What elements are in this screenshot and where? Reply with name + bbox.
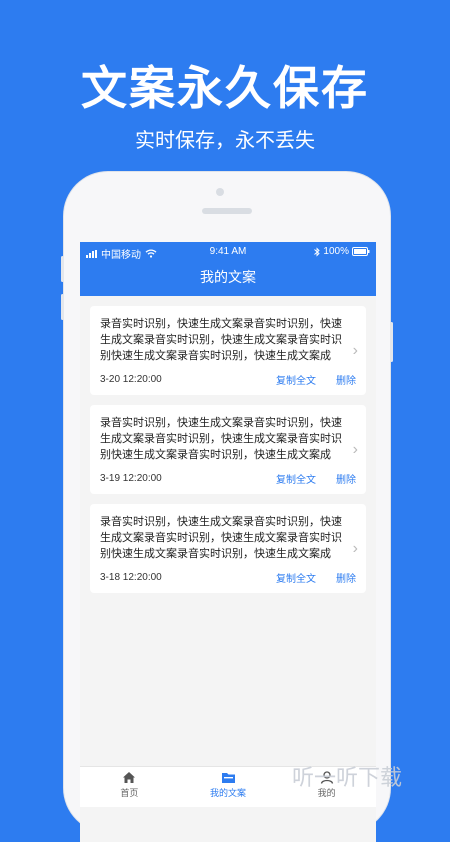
watermark-text: 听一听下载	[292, 766, 403, 791]
document-text: 录音实时识别，快速生成文案录音实时识别，快速生成文案录音实时识别，快速生成文案录…	[100, 515, 342, 560]
tab-my-documents[interactable]: 我的文案	[179, 767, 278, 807]
copy-all-button[interactable]: 复制全文	[276, 570, 316, 585]
battery-percent: 100%	[323, 246, 349, 257]
tab-home[interactable]: 首页	[80, 767, 179, 807]
volume-up-button	[61, 256, 64, 282]
promo-headline: 文案永久保存	[81, 61, 369, 115]
home-icon	[123, 772, 136, 783]
copy-all-button[interactable]: 复制全文	[276, 372, 316, 387]
document-date: 3-20 12:20:00	[100, 374, 162, 385]
list-item[interactable]: 录音实时识别，快速生成文案录音实时识别，快速生成文案录音实时识别，快速生成文案录…	[90, 405, 366, 494]
copy-all-button[interactable]: 复制全文	[276, 471, 316, 486]
front-camera	[216, 188, 224, 196]
delete-button[interactable]: 删除	[336, 570, 356, 585]
document-date: 3-19 12:20:00	[100, 473, 162, 484]
tab-home-label: 首页	[120, 788, 139, 798]
delete-button[interactable]: 删除	[336, 372, 356, 387]
document-text: 录音实时识别，快速生成文案录音实时识别，快速生成文案录音实时识别，快速生成文案录…	[100, 317, 342, 362]
tab-my-documents-label: 我的文案	[210, 788, 247, 798]
app-screen: 中国移动 9:41 AM 100% 我的文案 录音实时识别，快速生成文案录音实时…	[80, 242, 376, 842]
delete-button[interactable]: 删除	[336, 471, 356, 486]
folder-icon	[221, 773, 235, 783]
chevron-right-icon: ›	[352, 342, 358, 359]
phone-frame: 中国移动 9:41 AM 100% 我的文案 录音实时识别，快速生成文案录音实时…	[61, 172, 393, 842]
document-text: 录音实时识别，快速生成文案录音实时识别，快速生成文案录音实时识别，快速生成文案录…	[100, 416, 342, 461]
chevron-right-icon: ›	[352, 540, 358, 557]
promo-subline: 实时保存，永不丢失	[135, 128, 315, 152]
volume-down-button	[61, 294, 64, 320]
document-date: 3-18 12:20:00	[100, 572, 162, 583]
list-item[interactable]: 录音实时识别，快速生成文案录音实时识别，快速生成文案录音实时识别，快速生成文案录…	[90, 306, 366, 395]
bluetooth-icon	[314, 246, 321, 257]
list-item[interactable]: 录音实时识别，快速生成文案录音实时识别，快速生成文案录音实时识别，快速生成文案录…	[90, 504, 366, 593]
status-bar: 中国移动 9:41 AM 100%	[80, 242, 376, 262]
chevron-right-icon: ›	[352, 441, 358, 458]
battery-icon	[352, 247, 370, 256]
document-list: 录音实时识别，快速生成文案录音实时识别，快速生成文案录音实时识别，快速生成文案录…	[80, 296, 376, 593]
power-button	[390, 322, 393, 362]
speaker-grille	[202, 208, 252, 214]
nav-title: 我的文案	[80, 262, 376, 296]
